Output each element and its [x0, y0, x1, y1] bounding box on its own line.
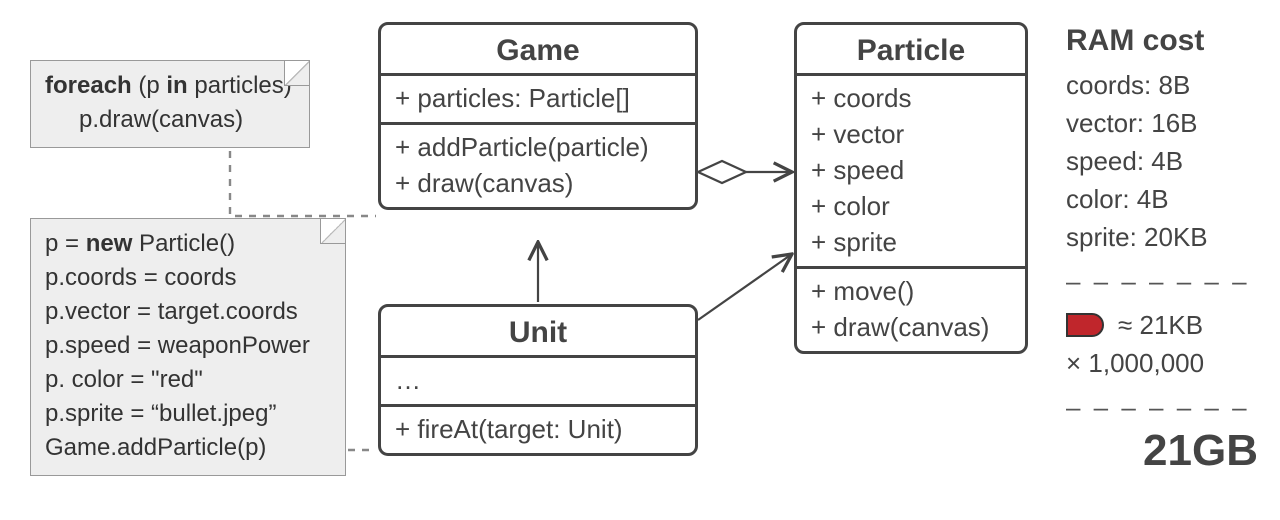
code-text: (p: [132, 72, 167, 99]
ram-multiplier: × 1,000,000: [1066, 344, 1266, 382]
uml-class-game: Game + particles: Particle[] + addPartic…: [378, 22, 698, 210]
code-line: Game.addParticle(p): [45, 431, 331, 465]
code-text: p =: [45, 230, 86, 257]
divider: – – – – – – –: [1066, 388, 1266, 426]
uml-class-unit: Unit … + fireAt(target: Unit): [378, 304, 698, 456]
uml-attr: + vector: [811, 116, 1011, 152]
ram-line: speed: 4B: [1066, 142, 1266, 180]
ram-per-particle: ≈ 21KB: [1118, 306, 1203, 344]
kw: new: [86, 230, 133, 257]
code-line: p. color = "red": [45, 363, 331, 397]
ram-heading: RAM cost: [1066, 22, 1266, 60]
code-text: p. color = "red": [45, 366, 203, 393]
code-text: particles): [188, 72, 292, 99]
uml-title: Unit: [381, 307, 695, 355]
relation-game-particle: [698, 161, 792, 183]
code-note-draw: foreach (p in particles) p.draw(canvas): [30, 60, 310, 148]
code-line: p = new Particle(): [45, 227, 331, 261]
code-text: Game.addParticle(p): [45, 434, 266, 461]
uml-attributes: …: [381, 355, 695, 404]
ram-cost-panel: RAM cost coords: 8B vector: 16B speed: 4…: [1066, 22, 1266, 470]
code-line: p.speed = weaponPower: [45, 329, 331, 363]
uml-operations: + fireAt(target: Unit): [381, 404, 695, 453]
code-line: p.vector = target.coords: [45, 295, 331, 329]
code-line: p.draw(canvas): [45, 103, 295, 137]
uml-op: + fireAt(target: Unit): [395, 411, 681, 447]
code-text: p.vector = target.coords: [45, 298, 298, 325]
ram-line: vector: 16B: [1066, 104, 1266, 142]
anchor-note-draw: [230, 151, 376, 216]
code-text: p.coords = coords: [45, 264, 236, 291]
relation-unit-particle: [698, 254, 792, 320]
kw-foreach: foreach: [45, 72, 132, 99]
uml-attr: + sprite: [811, 224, 1011, 260]
uml-attr: + coords: [811, 80, 1011, 116]
divider: – – – – – – –: [1066, 262, 1266, 300]
uml-attr: …: [395, 362, 681, 398]
uml-attr: + color: [811, 188, 1011, 224]
uml-attributes: + particles: Particle[]: [381, 73, 695, 122]
uml-operations: + addParticle(particle) + draw(canvas): [381, 122, 695, 207]
uml-op: + draw(canvas): [811, 309, 1011, 345]
uml-title: Particle: [797, 25, 1025, 73]
uml-operations: + move() + draw(canvas): [797, 266, 1025, 351]
code-note-fireat: p = new Particle() p.coords = coords p.vec…: [30, 218, 346, 476]
uml-attributes: + coords + vector + speed + color + spri…: [797, 73, 1025, 266]
uml-op: + addParticle(particle): [395, 129, 681, 165]
bullet-icon: [1066, 313, 1104, 337]
code-text: p.sprite = “bullet.jpeg”: [45, 400, 276, 427]
code-line: p.sprite = “bullet.jpeg”: [45, 397, 331, 431]
uml-attr: + speed: [811, 152, 1011, 188]
ram-line: coords: 8B: [1066, 66, 1266, 104]
code-text: p.speed = weaponPower: [45, 332, 310, 359]
uml-title: Game: [381, 25, 695, 73]
uml-attr: + particles: Particle[]: [395, 80, 681, 116]
ram-line: sprite: 20KB: [1066, 218, 1266, 256]
uml-class-particle: Particle + coords + vector + speed + col…: [794, 22, 1028, 354]
kw-in: in: [166, 72, 187, 99]
code-line: p.coords = coords: [45, 261, 331, 295]
uml-op: + move(): [811, 273, 1011, 309]
ram-total: 21GB: [1066, 432, 1266, 470]
ram-line: color: 4B: [1066, 180, 1266, 218]
uml-op: + draw(canvas): [395, 165, 681, 201]
code-text: Particle(): [132, 230, 235, 257]
